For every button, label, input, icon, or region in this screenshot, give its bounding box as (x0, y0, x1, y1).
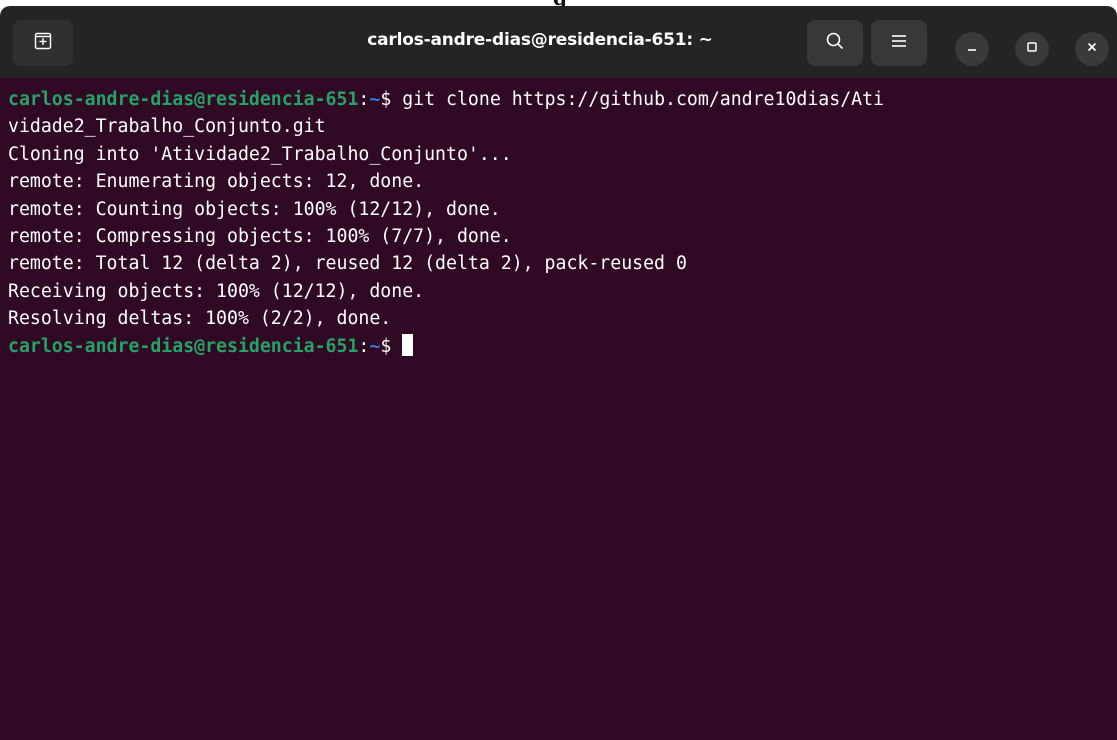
prompt-user-host: carlos-andre-dias@residencia-651 (8, 335, 359, 357)
prompt-symbol: $ (380, 335, 403, 357)
new-tab-button[interactable] (13, 20, 73, 66)
hamburger-menu-icon (890, 33, 908, 54)
prompt-line: carlos-andre-dias@residencia-651:~$ (8, 333, 414, 357)
maximize-button[interactable] (1015, 32, 1049, 66)
output-line: remote: Enumerating objects: 12, done. (8, 171, 425, 193)
output-line: Resolving deltas: 100% (2/2), done. (8, 308, 392, 330)
terminal-area[interactable]: carlos-andre-dias@residencia-651:~$ git … (0, 78, 1117, 740)
prompt-symbol: $ (380, 89, 403, 110)
output-line: Receiving objects: 100% (12/12), done. (8, 280, 425, 302)
minimize-button[interactable] (955, 32, 989, 66)
output-line: remote: Counting objects: 100% (12/12), … (8, 198, 501, 220)
menu-button[interactable] (871, 20, 927, 66)
search-icon (825, 31, 845, 56)
search-button[interactable] (807, 20, 863, 66)
command-text: git clone https://github.com/andre10dias… (402, 89, 885, 110)
terminal-window: g carlos-andre-dias@residencia-651: ~ (0, 0, 1117, 740)
maximize-icon (1026, 40, 1038, 58)
prompt-path: ~ (369, 335, 381, 357)
output-line: remote: Total 12 (delta 2), reused 12 (d… (8, 253, 687, 275)
prompt-colon: : (358, 89, 370, 110)
prompt-colon: : (358, 335, 370, 357)
title-bar[interactable]: carlos-andre-dias@residencia-651: ~ (0, 6, 1117, 78)
prompt-path: ~ (369, 89, 381, 110)
close-icon (1086, 40, 1098, 58)
command-wrap-text: vidade2_Trabalho_Conjunto.git (8, 116, 326, 138)
text-cursor[interactable] (402, 333, 414, 356)
close-button[interactable] (1075, 32, 1109, 66)
minimize-icon (966, 40, 978, 58)
output-line: Cloning into 'Atividade2_Trabalho_Conjun… (8, 143, 512, 165)
output-line: remote: Compressing objects: 100% (7/7),… (8, 226, 512, 248)
window-title: carlos-andre-dias@residencia-651: ~ (367, 30, 713, 50)
new-tab-icon (33, 31, 53, 56)
prompt-line: carlos-andre-dias@residencia-651:~$ git … (8, 89, 884, 110)
prompt-user-host: carlos-andre-dias@residencia-651 (8, 89, 359, 110)
